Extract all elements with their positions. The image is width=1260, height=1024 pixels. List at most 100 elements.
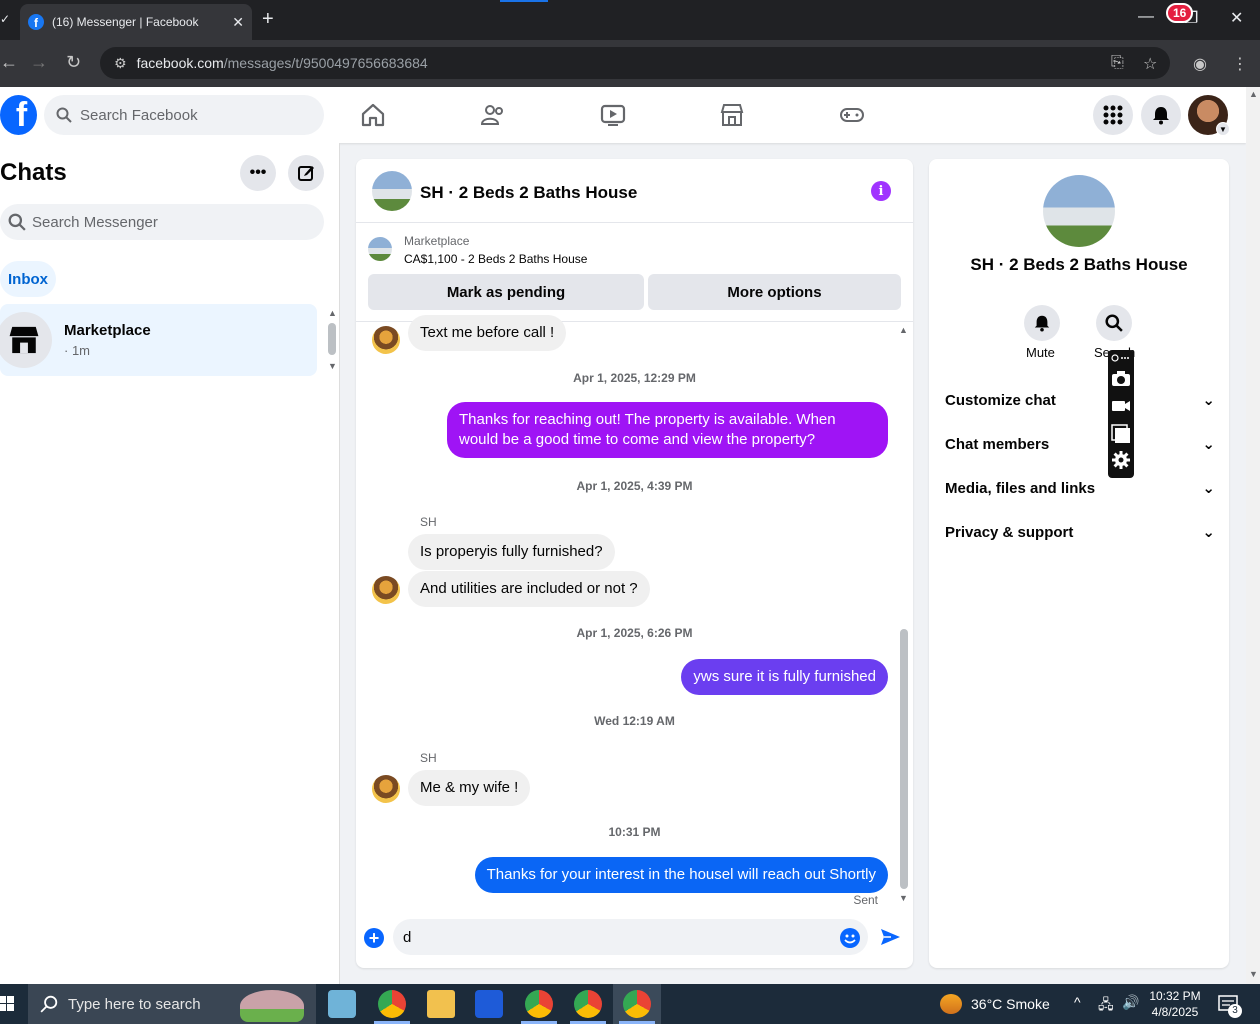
window-close-icon[interactable]: ✕ [1230, 8, 1243, 28]
customize-chat-section[interactable]: Customize chat ⌄ [945, 388, 1215, 412]
search-icon [8, 213, 26, 231]
sidebar-scrollbar-thumb[interactable] [328, 323, 336, 355]
reload-icon[interactable]: ↻ [66, 52, 81, 73]
marketplace-store-icon [0, 312, 52, 368]
minimize-icon[interactable]: — [1138, 8, 1154, 26]
forward-icon[interactable]: → [30, 52, 48, 73]
facebook-search-box[interactable]: Search Facebook [44, 95, 324, 135]
scroll-down-icon[interactable]: ▼ [328, 361, 337, 371]
video-record-icon[interactable] [1111, 398, 1131, 414]
mark-as-pending-button[interactable]: Mark as pending [368, 274, 644, 310]
taskbar-app-chrome-profile-icon[interactable] [525, 990, 553, 1018]
add-attachment-plus-icon[interactable]: + [364, 928, 384, 948]
message-bubble-incoming[interactable]: And utilities are included or not ? [408, 571, 650, 607]
taskbar-app-remote-desktop-icon[interactable] [475, 990, 503, 1018]
camera-icon[interactable] [1111, 370, 1131, 388]
chats-title: Chats [0, 159, 67, 186]
gaming-icon[interactable] [838, 101, 866, 129]
sender-avatar [372, 326, 400, 354]
chat-options-button[interactable]: ••• [240, 155, 276, 191]
emoji-icon[interactable] [840, 928, 860, 948]
timestamp-separator: Apr 1, 2025, 4:39 PM [576, 479, 693, 493]
taskbar-app-chrome-active-icon[interactable] [623, 990, 651, 1018]
scroll-up-icon[interactable]: ▲ [899, 325, 908, 335]
site-settings-icon[interactable]: ⚙ [114, 55, 127, 72]
browser-menu-icon[interactable]: ⋮ [1232, 54, 1248, 74]
new-tab-icon[interactable]: + [262, 8, 274, 31]
back-icon[interactable]: ← [0, 52, 18, 73]
search-conversation-button[interactable] [1096, 305, 1132, 341]
section-label: Customize chat [945, 391, 1056, 409]
message-bubble-incoming[interactable]: Text me before call ! [408, 315, 567, 351]
messenger-search-input[interactable]: Search Messenger [0, 204, 324, 240]
browser-tab-messenger[interactable]: f (16) Messenger | Facebook ✕ [20, 4, 252, 40]
listing-price-title[interactable]: CA$1,100 - 2 Beds 2 Baths House [404, 252, 587, 266]
facebook-header: f Search Facebook ▼ [0, 87, 1246, 143]
timestamp-separator: 10:31 PM [608, 825, 661, 839]
section-label: Media, files and links [945, 479, 1096, 497]
conversation-title[interactable]: SH · 2 Beds 2 Baths House [420, 183, 637, 203]
taskbar-clock[interactable]: 10:32 PM 4/8/2025 [1140, 988, 1210, 1020]
chat-members-section[interactable]: Chat members ⌄ [945, 432, 1215, 456]
taskbar-search-box[interactable]: Type here to search [28, 984, 316, 1024]
weather-smoke-icon[interactable] [940, 994, 962, 1014]
message-bubble-outgoing[interactable]: Thanks for reaching out! The property is… [447, 402, 888, 458]
page-scrollbar[interactable]: ▲ ▼ [1246, 87, 1260, 984]
taskbar-app-chrome-icon[interactable] [378, 990, 406, 1018]
marketplace-icon[interactable] [718, 101, 746, 129]
tab-search-chevron-icon[interactable]: ✓ [0, 12, 10, 26]
listing-thumbnail[interactable] [368, 237, 392, 261]
send-icon[interactable] [879, 926, 901, 948]
taskbar-app-notepad-icon[interactable] [328, 990, 356, 1018]
notifications-button[interactable] [1141, 95, 1181, 135]
weather-text[interactable]: 36°C Smoke [971, 996, 1050, 1012]
omnibox[interactable]: ⚙ facebook.com/messages/t/95004976566836… [100, 47, 1170, 79]
network-icon[interactable]: 🖧 [1098, 994, 1114, 1018]
message-input[interactable] [393, 919, 868, 955]
inbox-tab[interactable]: Inbox [0, 261, 56, 297]
screens-icon[interactable] [1111, 424, 1131, 444]
mute-button[interactable] [1024, 305, 1060, 341]
sender-avatar [372, 576, 400, 604]
conversation-scrollbar-thumb[interactable] [900, 629, 908, 889]
message-bubble-outgoing[interactable]: Thanks for your interest in the housel w… [474, 857, 888, 893]
scroll-down-icon[interactable]: ▼ [1249, 969, 1258, 979]
listing-profile-photo[interactable] [1043, 175, 1115, 247]
windows-start-icon[interactable] [0, 996, 14, 1012]
info-icon[interactable]: i [871, 181, 891, 201]
volume-icon[interactable]: 🔊 [1122, 994, 1139, 1011]
browser-tab-bar: ✓ f (16) Messenger | Facebook ✕ + — ❐ ✕ [0, 0, 1260, 40]
watch-video-icon[interactable] [599, 101, 627, 129]
new-message-button[interactable] [288, 155, 324, 191]
message-bubble-incoming[interactable]: Is properyis fully furnished? [408, 534, 615, 570]
message-bubble-outgoing[interactable]: yws sure it is fully furnished [681, 659, 888, 695]
settings-gear-icon[interactable] [1111, 450, 1131, 470]
chats-sidebar: Chats ••• Search Messenger Inbox Marketp… [0, 143, 340, 984]
chevron-down-icon: ⌄ [1202, 392, 1215, 409]
sender-name: SH [420, 515, 437, 529]
profile-icon[interactable]: ◉ [1193, 54, 1207, 74]
scroll-up-icon[interactable]: ▲ [328, 308, 337, 318]
message-bubble-incoming[interactable]: Me & my wife ! [408, 770, 531, 806]
bookmark-star-icon[interactable]: ☆ [1143, 54, 1157, 74]
menu-grid-button[interactable] [1093, 95, 1133, 135]
more-options-button[interactable]: More options [648, 274, 901, 310]
friends-icon[interactable] [479, 101, 507, 129]
scroll-down-icon[interactable]: ▼ [899, 893, 908, 903]
tab-close-icon[interactable]: ✕ [232, 14, 244, 31]
facebook-logo-icon[interactable]: f [0, 95, 37, 135]
taskbar-app-chrome-profile-icon[interactable] [574, 990, 602, 1018]
install-app-icon[interactable]: ⎘ [1111, 54, 1124, 72]
chat-list-item[interactable]: Marketplace · 1m [0, 304, 317, 376]
account-chevron-down-icon[interactable]: ▼ [1216, 122, 1230, 136]
listing-avatar[interactable] [372, 171, 412, 211]
media-files-links-section[interactable]: Media, files and links ⌄ [945, 476, 1215, 500]
show-hidden-icons-chevron-icon[interactable]: ^ [1074, 994, 1081, 1010]
link-icon[interactable] [1111, 354, 1131, 362]
taskbar-app-file-explorer-icon[interactable] [427, 990, 455, 1018]
privacy-support-section[interactable]: Privacy & support ⌄ [945, 520, 1215, 544]
messenger-search-placeholder: Search Messenger [32, 213, 158, 231]
home-icon[interactable] [359, 101, 387, 129]
url-text[interactable]: facebook.com/messages/t/9500497656683684 [137, 55, 428, 71]
scroll-up-icon[interactable]: ▲ [1249, 89, 1258, 99]
